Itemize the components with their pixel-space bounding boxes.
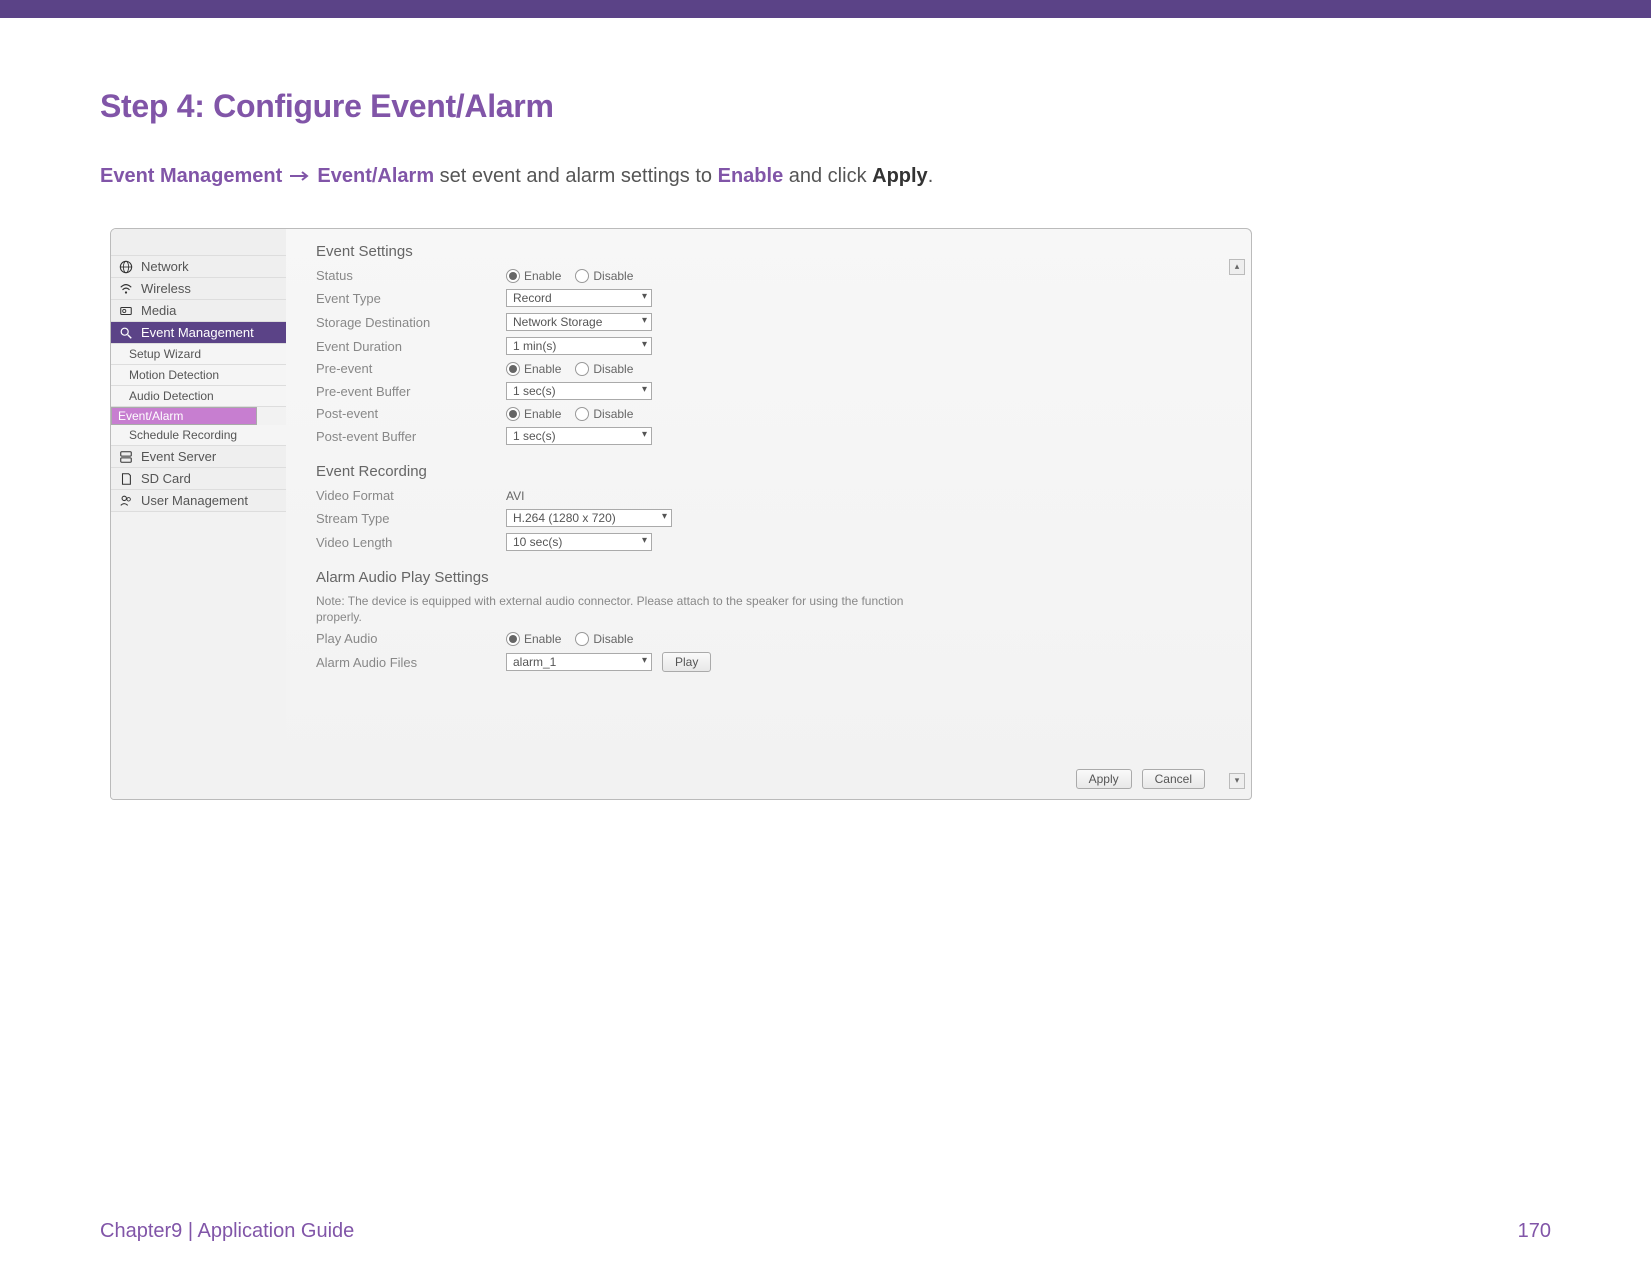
settings-panel: ▴ ▾ Event Settings Status Enable Disable… <box>286 229 1251 799</box>
sidebar-item-label: Event Server <box>141 449 216 464</box>
radio-label-disable: Disable <box>593 362 633 376</box>
sidebar-sub-setup-wizard[interactable]: Setup Wizard <box>111 344 286 365</box>
postevent-enable-radio[interactable] <box>506 407 520 421</box>
footer-chapter: Chapter9 | Application Guide <box>100 1220 354 1243</box>
radio-label-enable: Enable <box>524 632 561 646</box>
footer-divider: | <box>188 1220 198 1242</box>
post-event-buffer-select[interactable]: 1 sec(s) <box>506 427 652 445</box>
label-post-event-buffer: Post-event Buffer <box>316 429 506 444</box>
storage-destination-select[interactable]: Network Storage <box>506 313 652 331</box>
status-disable-radio[interactable] <box>575 269 589 283</box>
preevent-disable-radio[interactable] <box>575 362 589 376</box>
event-duration-select[interactable]: 1 min(s) <box>506 337 652 355</box>
radio-label-enable: Enable <box>524 269 561 283</box>
sidebar-sub-schedule-recording[interactable]: Schedule Recording <box>111 425 286 446</box>
playaudio-disable-radio[interactable] <box>575 632 589 646</box>
radio-label-disable: Disable <box>593 407 633 421</box>
section-event-recording: Event Recording <box>316 463 1233 480</box>
label-pre-event: Pre-event <box>316 361 506 376</box>
search-icon <box>119 326 133 340</box>
apply-button[interactable]: Apply <box>1076 769 1132 789</box>
postevent-disable-radio[interactable] <box>575 407 589 421</box>
sidebar-spacer <box>111 229 286 256</box>
settings-sidebar: Network Wireless Media Event Management … <box>111 229 286 799</box>
playaudio-enable-radio[interactable] <box>506 632 520 646</box>
instruction-apply: Apply <box>872 165 928 187</box>
label-stream-type: Stream Type <box>316 511 506 526</box>
audio-note: Note: The device is equipped with extern… <box>316 594 936 625</box>
label-event-duration: Event Duration <box>316 339 506 354</box>
top-accent-bar <box>0 0 1651 18</box>
scroll-up-button[interactable]: ▴ <box>1229 259 1245 275</box>
radio-label-enable: Enable <box>524 407 561 421</box>
arrow-icon <box>288 165 312 188</box>
sidebar-item-user-management[interactable]: User Management <box>111 490 286 512</box>
sd-card-icon <box>119 472 133 486</box>
label-pre-event-buffer: Pre-event Buffer <box>316 384 506 399</box>
sidebar-item-label: Network <box>141 259 189 274</box>
step-heading: Step 4: Configure Event/Alarm <box>100 88 1551 125</box>
sidebar-sub-audio-detection[interactable]: Audio Detection <box>111 386 286 407</box>
sidebar-item-media[interactable]: Media <box>111 300 286 322</box>
cancel-button[interactable]: Cancel <box>1142 769 1205 789</box>
globe-icon <box>119 260 133 274</box>
screenshot-frame: Network Wireless Media Event Management … <box>110 228 1252 800</box>
sidebar-item-network[interactable]: Network <box>111 256 286 278</box>
instruction-and: and click <box>789 165 872 187</box>
media-icon <box>119 304 133 318</box>
alarm-audio-files-select[interactable]: alarm_1 <box>506 653 652 671</box>
label-status: Status <box>316 268 506 283</box>
sidebar-item-label: Wireless <box>141 281 191 296</box>
label-event-type: Event Type <box>316 291 506 306</box>
event-type-select[interactable]: Record <box>506 289 652 307</box>
page-number: 170 <box>1518 1220 1551 1243</box>
play-button[interactable]: Play <box>662 652 711 672</box>
sidebar-item-event-server[interactable]: Event Server <box>111 446 286 468</box>
scroll-down-button[interactable]: ▾ <box>1229 773 1245 789</box>
status-enable-radio[interactable] <box>506 269 520 283</box>
wifi-icon <box>119 282 133 296</box>
stream-type-select[interactable]: H.264 (1280 x 720) <box>506 509 672 527</box>
label-storage-destination: Storage Destination <box>316 315 506 330</box>
sidebar-item-sd-card[interactable]: SD Card <box>111 468 286 490</box>
sidebar-item-label: SD Card <box>141 471 191 486</box>
video-format-value: AVI <box>506 489 524 503</box>
label-video-length: Video Length <box>316 535 506 550</box>
video-length-select[interactable]: 10 sec(s) <box>506 533 652 551</box>
breadcrumb-event-alarm: Event/Alarm <box>317 165 434 187</box>
radio-label-enable: Enable <box>524 362 561 376</box>
sidebar-sub-event-alarm[interactable]: Event/Alarm <box>111 407 257 425</box>
section-event-settings: Event Settings <box>316 243 1233 260</box>
instruction-middle: set event and alarm settings to <box>440 165 718 187</box>
label-post-event: Post-event <box>316 406 506 421</box>
users-icon <box>119 494 133 508</box>
radio-label-disable: Disable <box>593 269 633 283</box>
radio-label-disable: Disable <box>593 632 633 646</box>
label-alarm-audio-files: Alarm Audio Files <box>316 655 506 670</box>
pre-event-buffer-select[interactable]: 1 sec(s) <box>506 382 652 400</box>
sidebar-item-label: Event Management <box>141 325 254 340</box>
footer-guide-text: Application Guide <box>198 1220 355 1242</box>
instruction-period: . <box>928 165 934 187</box>
label-video-format: Video Format <box>316 488 506 503</box>
breadcrumb-event-management: Event Management <box>100 165 282 187</box>
preevent-enable-radio[interactable] <box>506 362 520 376</box>
sidebar-item-wireless[interactable]: Wireless <box>111 278 286 300</box>
server-icon <box>119 450 133 464</box>
section-alarm-audio: Alarm Audio Play Settings <box>316 569 1233 586</box>
instruction-line: Event Management Event/Alarm set event a… <box>100 165 1551 188</box>
footer-chapter-text: Chapter9 <box>100 1220 182 1242</box>
sidebar-item-label: User Management <box>141 493 248 508</box>
sidebar-item-label: Media <box>141 303 176 318</box>
instruction-enable: Enable <box>718 165 784 187</box>
sidebar-item-event-management[interactable]: Event Management <box>111 322 286 344</box>
label-play-audio: Play Audio <box>316 631 506 646</box>
sidebar-sub-motion-detection[interactable]: Motion Detection <box>111 365 286 386</box>
